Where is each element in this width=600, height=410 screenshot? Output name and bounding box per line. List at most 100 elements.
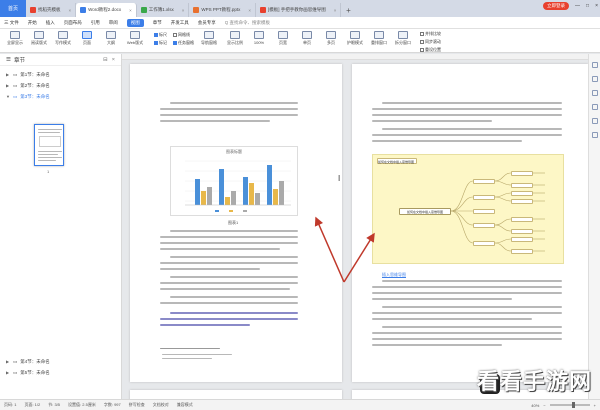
status-settings[interactable]: 设置值: 2.5厘米: [68, 402, 96, 408]
reading-mode-button[interactable]: 阅读版式: [28, 31, 50, 46]
tab-word-doc[interactable]: Word教程2.docx ×: [76, 3, 137, 17]
tab-ppt[interactable]: WPS PPT教程.pptx ×: [189, 3, 257, 17]
markup-checkbox[interactable]: 标记: [154, 40, 167, 46]
chevron-right-icon[interactable]: ▶: [6, 83, 10, 88]
gridlines-checkbox[interactable]: 网格线: [173, 32, 194, 38]
page-thumbnail[interactable]: [34, 124, 64, 166]
outline-view-button[interactable]: 大纲: [100, 31, 122, 46]
rearrange-window-button[interactable]: 重排窗口: [368, 31, 390, 46]
ruler-checkbox[interactable]: 标尺: [154, 32, 167, 38]
menu-bar: 三 文件 开始 插入 页面布局 引用 审阅 视图 章节 开发工具 会员专享 Q …: [0, 17, 600, 29]
add-tab-button[interactable]: +: [341, 3, 355, 17]
multi-page-button[interactable]: 多页: [320, 31, 342, 46]
thumbnail-chart: [39, 136, 61, 147]
close-icon[interactable]: ×: [129, 8, 132, 13]
menu-home[interactable]: 开始: [28, 20, 37, 26]
window-controls: 立即登录 — □ ×: [543, 2, 598, 10]
zoom-slider[interactable]: [549, 402, 590, 408]
select-icon[interactable]: [591, 62, 598, 68]
zoom-button[interactable]: 显示比例: [224, 31, 246, 46]
section-item-5[interactable]: ▶ ▭ 第5节：未命名: [6, 368, 50, 377]
excel-icon: [140, 7, 147, 13]
task-pane-checkbox[interactable]: 任务窗格: [173, 40, 194, 46]
section-item-4[interactable]: ▶ ▭ 第4节：未命名: [6, 357, 50, 366]
menu-insert[interactable]: 插入: [46, 20, 55, 26]
single-page-button[interactable]: 单页: [296, 31, 318, 46]
close-icon[interactable]: ×: [248, 8, 251, 13]
status-pages[interactable]: 页面: 1/2: [24, 402, 40, 408]
menu-review[interactable]: 审阅: [109, 20, 118, 26]
status-doc-check[interactable]: 文档校对: [153, 402, 169, 408]
menu-developer[interactable]: 开发工具: [171, 20, 189, 26]
close-icon[interactable]: ×: [182, 8, 185, 13]
status-spell[interactable]: 拼写检查: [129, 402, 145, 408]
menu-references[interactable]: 引用: [91, 20, 100, 26]
menu-member[interactable]: 会员专享: [198, 20, 216, 26]
nav-pane-button[interactable]: 导航窗格: [196, 31, 222, 46]
maximize-icon[interactable]: □: [586, 3, 589, 9]
zoom-in-icon[interactable]: +: [594, 403, 596, 408]
page-width-button[interactable]: 页宽: [272, 31, 294, 46]
nav-pane-header: ☰ 章节 ⊟ ×: [0, 54, 121, 66]
chevron-right-icon[interactable]: ▶: [6, 72, 10, 77]
pin-icon[interactable]: ⊟: [103, 57, 108, 63]
close-icon[interactable]: ×: [112, 57, 115, 63]
template-icon: [260, 7, 267, 13]
minimize-icon[interactable]: —: [575, 3, 580, 9]
rearrange-icon: [374, 31, 384, 39]
chevron-right-icon[interactable]: ▶: [6, 359, 10, 364]
section-item-2[interactable]: ▶ ▭ 第2节：未命名: [6, 81, 115, 90]
web-view-button[interactable]: Web版式: [124, 31, 146, 46]
tab-mindmap-template[interactable]: [模板] 手把手教你画思维导图 ×: [256, 3, 342, 17]
document-workspace[interactable]: 图表标题 图表1 如何在文档中插入思维导图 如何在文档中插入思维导图 插入思维导…: [122, 54, 600, 399]
share-icon[interactable]: [591, 104, 598, 110]
side-by-side-button[interactable]: 并排比较: [420, 31, 441, 37]
property-icon[interactable]: [591, 90, 598, 96]
status-bar: 页码: 1 页面: 1/2 节: 3/5 设置值: 2.5厘米 字数: 997 …: [0, 399, 600, 410]
zoom-level[interactable]: 40%: [531, 403, 539, 408]
section-item-1[interactable]: ▶ ▭ 第1节：未命名: [6, 70, 115, 79]
annotation-arrows: [314, 216, 375, 283]
close-icon[interactable]: ×: [69, 8, 72, 13]
page-view-button[interactable]: 页面: [76, 31, 98, 46]
close-icon[interactable]: ×: [334, 8, 337, 13]
section-item-3[interactable]: ▼ ▭ 第3节：未命名: [6, 92, 115, 101]
menu-section[interactable]: 章节: [153, 20, 162, 26]
status-page[interactable]: 页码: 1: [4, 402, 16, 408]
command-search[interactable]: Q 查找命令、搜索模板: [225, 20, 270, 26]
zoom-100-button[interactable]: 100%: [248, 31, 270, 45]
split-window-button[interactable]: 拆分窗口: [392, 31, 414, 46]
home-tab[interactable]: 首页: [0, 0, 26, 17]
writing-icon: [58, 31, 68, 39]
compare-options: 并排比较 同步滚动 重设位置: [420, 31, 441, 53]
fullscreen-button[interactable]: 全屏显示: [4, 31, 26, 46]
menu-view[interactable]: 视图: [126, 18, 144, 27]
tab-template[interactable]: 找稻壳模板 ×: [26, 3, 77, 17]
style-icon[interactable]: [591, 76, 598, 82]
status-words[interactable]: 字数: 997: [104, 402, 121, 408]
settings-icon[interactable]: [591, 132, 598, 138]
chevron-down-icon[interactable]: ▼: [6, 94, 10, 99]
zoom-slider-handle[interactable]: [571, 402, 575, 408]
tab-excel[interactable]: 工作簿1.xlsx ×: [137, 3, 190, 17]
zoom-icon: [230, 31, 240, 39]
menu-file[interactable]: 三 文件: [4, 20, 19, 26]
eye-protect-button[interactable]: 护眼模式: [344, 31, 366, 46]
zoom-out-icon[interactable]: −: [543, 403, 545, 408]
multi-page-icon: [326, 31, 336, 39]
eye-icon: [350, 31, 360, 39]
reset-position-button[interactable]: 重设位置: [420, 47, 441, 53]
close-window-icon[interactable]: ×: [595, 3, 598, 9]
sync-scroll-button[interactable]: 同步滚动: [420, 39, 441, 45]
chevron-right-icon[interactable]: ▶: [6, 370, 10, 375]
login-button[interactable]: 立即登录: [543, 2, 570, 10]
document-page-3[interactable]: [130, 390, 342, 399]
writing-mode-button[interactable]: 写作模式: [52, 31, 74, 46]
backup-icon[interactable]: [591, 118, 598, 124]
menu-page-layout[interactable]: 页面布局: [64, 20, 82, 26]
status-section[interactable]: 节: 3/5: [48, 402, 60, 408]
single-page-icon: [302, 31, 312, 39]
nav-pane-icon: [204, 31, 214, 39]
text-cursor-icon: I: [338, 174, 341, 183]
zoom-control: 40% − +: [531, 402, 596, 408]
